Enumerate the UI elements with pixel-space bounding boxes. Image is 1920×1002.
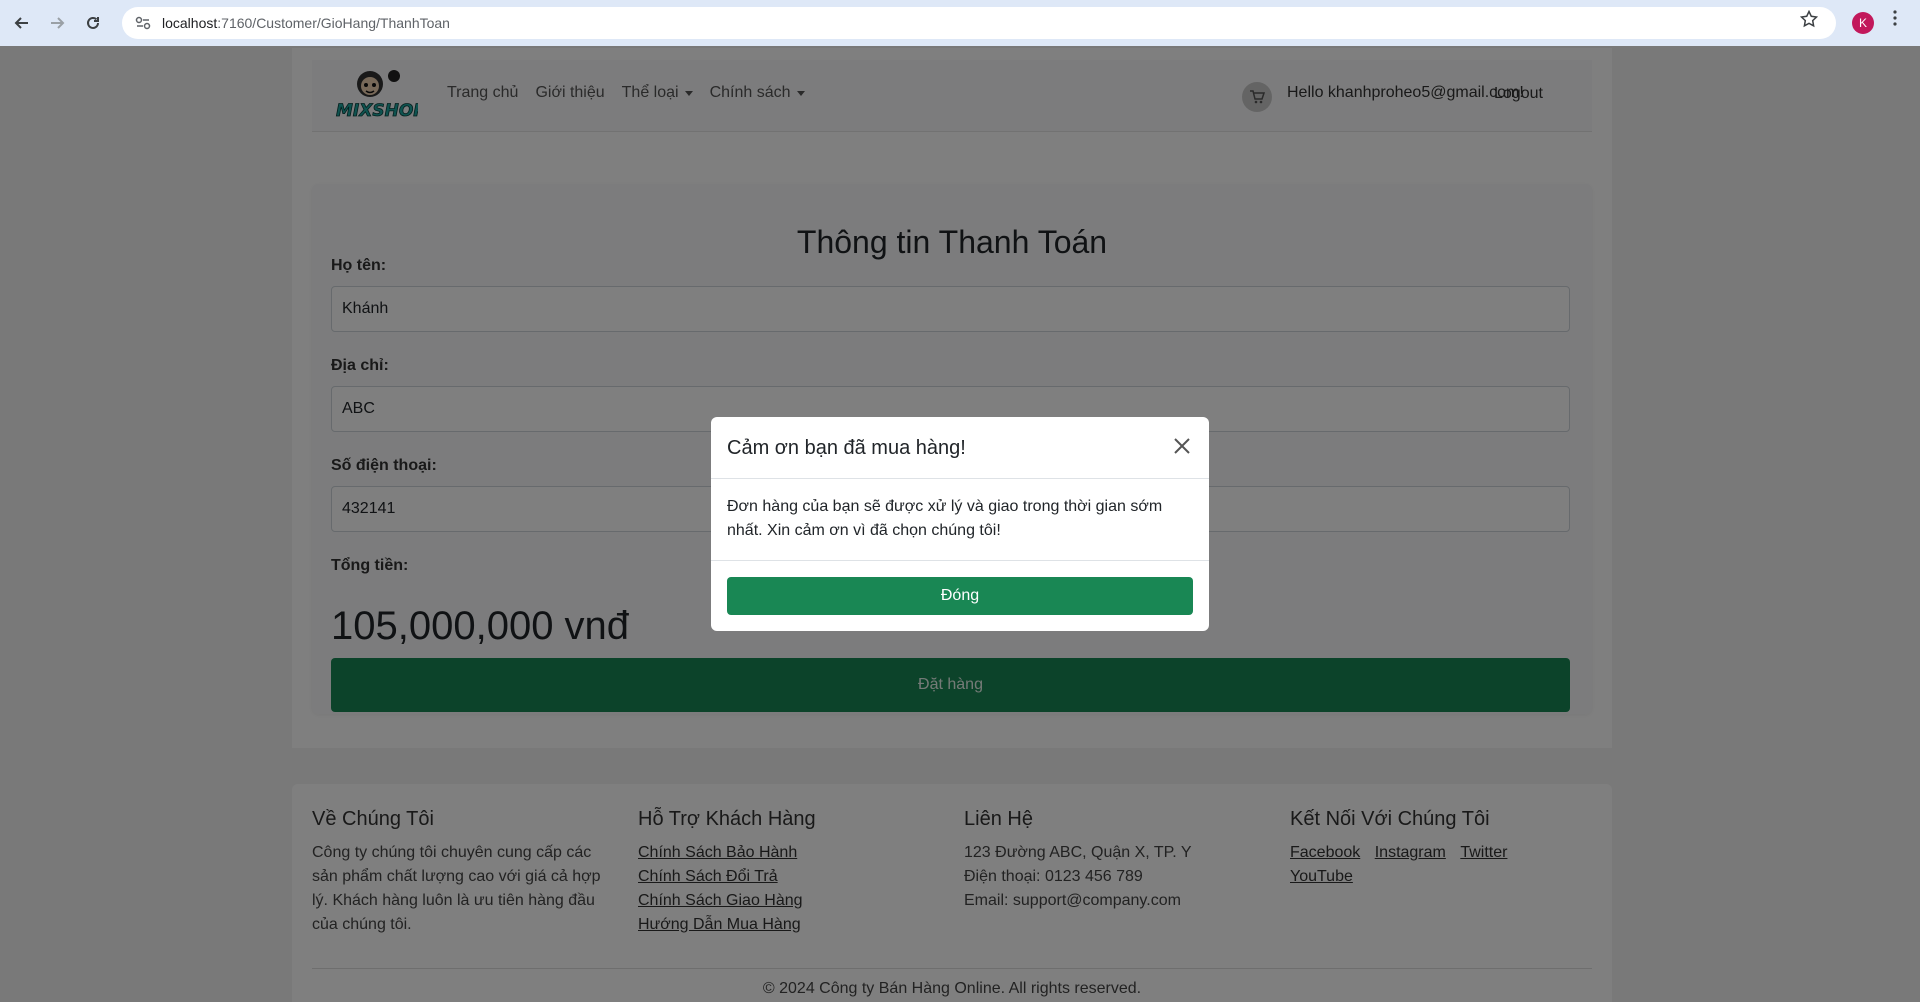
bookmark-star-icon[interactable] bbox=[1799, 9, 1819, 33]
url-host: localhost bbox=[162, 15, 218, 31]
modal-footer: Đóng bbox=[711, 560, 1209, 631]
thank-you-modal: Cảm ơn bạn đã mua hàng! Đơn hàng của bạn… bbox=[711, 417, 1209, 631]
browser-menu-icon[interactable] bbox=[1893, 10, 1897, 31]
site-info-icon[interactable] bbox=[134, 14, 152, 32]
url-path: :7160/Customer/GioHang/ThanhToan bbox=[217, 15, 450, 31]
reload-icon[interactable] bbox=[78, 8, 108, 38]
forward-icon[interactable] bbox=[42, 8, 72, 38]
modal-title: Cảm ơn bạn đã mua hàng! bbox=[727, 437, 966, 459]
modal-message: Đơn hàng của bạn sẽ được xử lý và giao t… bbox=[727, 498, 1163, 539]
modal-header: Cảm ơn bạn đã mua hàng! bbox=[711, 417, 1209, 479]
back-icon[interactable] bbox=[7, 8, 37, 38]
profile-avatar[interactable]: K bbox=[1852, 12, 1874, 34]
address-bar[interactable]: localhost:7160/Customer/GioHang/ThanhToa… bbox=[122, 7, 1836, 39]
modal-close-button[interactable]: Đóng bbox=[727, 577, 1193, 615]
close-icon[interactable] bbox=[1169, 433, 1195, 459]
browser-toolbar: localhost:7160/Customer/GioHang/ThanhToa… bbox=[0, 0, 1920, 46]
